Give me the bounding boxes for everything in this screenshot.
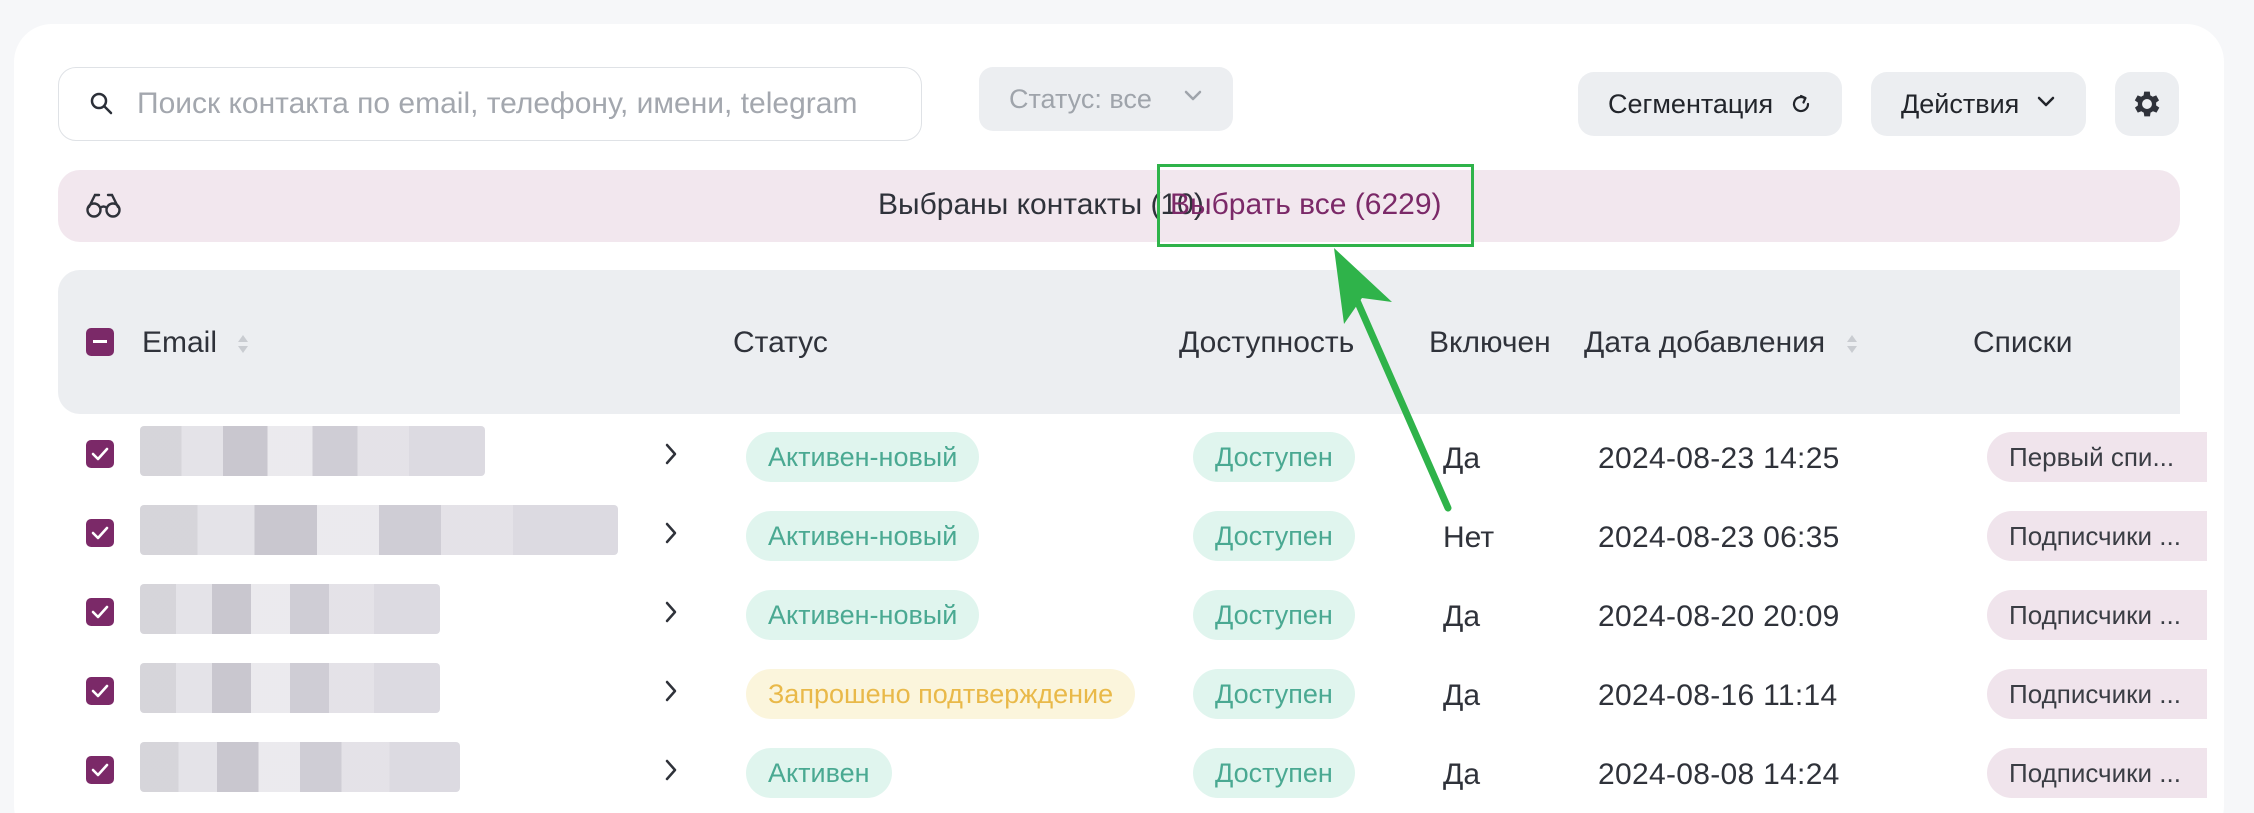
selection-banner: Выбраны контакты (10). xyxy=(58,170,2180,242)
select-all-link[interactable]: Выбрать все (6229) xyxy=(1170,188,1442,222)
column-header-date-added-label: Дата добавления xyxy=(1584,326,1826,359)
email-redacted xyxy=(140,505,618,555)
table-row[interactable]: Запрошено подтверждение Доступен Да 2024… xyxy=(58,651,2207,730)
select-all-checkbox[interactable] xyxy=(86,328,114,356)
chevron-down-icon xyxy=(2037,96,2055,107)
actions-label: Действия xyxy=(1901,88,2020,119)
gear-icon xyxy=(2134,91,2160,117)
column-header-date-added[interactable]: Дата добавления xyxy=(1584,326,1858,360)
annotation-arrow-icon xyxy=(1334,248,1452,512)
table-row[interactable]: Активен-новый Доступен Да 2024-08-23 14:… xyxy=(58,414,2207,493)
availability-badge: Доступен xyxy=(1193,748,1355,798)
enabled-value: Да xyxy=(1443,679,1481,712)
date-added-value: 2024-08-16 11:14 xyxy=(1598,679,1838,712)
glasses-icon xyxy=(86,193,121,218)
chevron-right-icon[interactable] xyxy=(664,442,678,466)
list-badge: Подписчики ... xyxy=(1987,748,2207,798)
row-checkbox[interactable] xyxy=(86,519,114,547)
row-checkbox[interactable] xyxy=(86,598,114,626)
date-added-value: 2024-08-23 14:25 xyxy=(1598,442,1840,475)
actions-button[interactable]: Действия xyxy=(1871,72,2086,136)
segmentation-label: Сегментация xyxy=(1608,88,1774,119)
date-added-value: 2024-08-08 14:24 xyxy=(1598,758,1840,791)
date-added-value: 2024-08-23 06:35 xyxy=(1598,521,1840,554)
availability-badge: Доступен xyxy=(1193,669,1355,719)
enabled-value: Да xyxy=(1443,758,1481,791)
status-badge: Активен-новый xyxy=(746,590,980,640)
row-checkbox[interactable] xyxy=(86,677,114,705)
settings-button[interactable] xyxy=(2115,72,2179,136)
status-badge: Активен-новый xyxy=(746,511,980,561)
list-badge: Подписчики ... xyxy=(1987,669,2207,719)
column-header-status: Статус xyxy=(733,326,828,359)
list-badge: Подписчики ... xyxy=(1987,590,2207,640)
check-icon xyxy=(91,526,109,540)
sort-icon xyxy=(238,335,249,354)
list-badge: Первый спи... xyxy=(1987,432,2207,482)
selected-contacts-text: Выбраны контакты (10). xyxy=(878,188,1213,221)
table-row[interactable]: Активен-новый Доступен Да 2024-08-20 20:… xyxy=(58,572,2207,651)
email-redacted xyxy=(140,426,485,476)
status-filter-label: Статус: все xyxy=(1009,83,1152,114)
search-box[interactable] xyxy=(58,67,922,141)
email-redacted xyxy=(140,663,440,713)
chevron-right-icon[interactable] xyxy=(664,758,678,782)
chevron-right-icon[interactable] xyxy=(664,600,678,624)
status-badge: Запрошено подтверждение xyxy=(746,669,1136,719)
chevron-down-icon xyxy=(1184,90,1202,101)
table-header: Email Статус Доступность Включен Дата до… xyxy=(58,270,2180,414)
row-checkbox[interactable] xyxy=(86,440,114,468)
email-redacted xyxy=(140,742,460,792)
status-badge: Активен-новый xyxy=(746,432,980,482)
table-row[interactable]: Активен Доступен Да 2024-08-08 14:24 Под… xyxy=(58,730,2207,809)
sort-icon xyxy=(1846,335,1857,354)
chevron-right-icon[interactable] xyxy=(664,521,678,545)
enabled-value: Нет xyxy=(1443,521,1495,554)
chevron-right-icon[interactable] xyxy=(664,679,678,703)
row-checkbox[interactable] xyxy=(86,756,114,784)
table-row[interactable]: Активен-новый Доступен Нет 2024-08-23 06… xyxy=(58,493,2207,572)
list-badge: Подписчики ... xyxy=(1987,511,2207,561)
segmentation-button[interactable]: Сегментация xyxy=(1578,72,1842,136)
status-badge: Активен xyxy=(746,748,892,798)
search-input[interactable] xyxy=(137,87,897,121)
refresh-icon xyxy=(1792,94,1810,113)
email-redacted xyxy=(140,584,440,634)
status-filter-dropdown[interactable]: Статус: все xyxy=(979,67,1233,131)
check-icon xyxy=(91,684,109,698)
search-icon xyxy=(90,92,113,115)
check-icon xyxy=(91,447,109,461)
enabled-value: Да xyxy=(1443,600,1481,633)
check-icon xyxy=(91,605,109,619)
date-added-value: 2024-08-20 20:09 xyxy=(1598,600,1840,633)
column-header-lists: Списки xyxy=(1973,326,2073,359)
check-icon xyxy=(91,763,109,777)
column-header-email[interactable]: Email xyxy=(142,326,249,360)
availability-badge: Доступен xyxy=(1193,590,1355,640)
column-header-email-label: Email xyxy=(142,326,218,359)
